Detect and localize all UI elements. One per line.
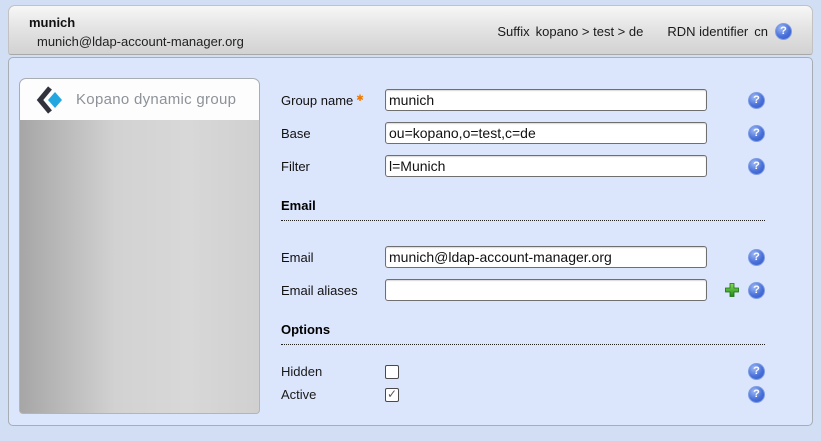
active-checkbox[interactable]: [385, 388, 399, 402]
form-row-group-name: Group name✱ ?: [281, 89, 765, 111]
hidden-checkbox[interactable]: [385, 365, 399, 379]
help-icon[interactable]: ?: [748, 249, 765, 266]
base-input[interactable]: [385, 122, 707, 144]
form-row-active: Active ?: [281, 387, 765, 402]
help-icon[interactable]: ?: [775, 23, 792, 40]
account-title: munich: [29, 15, 75, 30]
suffix-label: Suffix: [497, 24, 529, 39]
help-icon[interactable]: ?: [748, 386, 765, 403]
group-form: Group name✱ ? Base ? Filter ? Email Emai…: [281, 89, 765, 410]
active-label: Active: [281, 387, 385, 402]
lam-account-edit-page: { "page": { "title": "munich", "subtitle…: [0, 0, 821, 441]
help-icon[interactable]: ?: [748, 92, 765, 109]
help-icon[interactable]: ?: [748, 363, 765, 380]
tab-label: Kopano dynamic group: [76, 91, 236, 108]
header-meta: Suffix kopano > test > de RDN identifier…: [497, 6, 792, 56]
email-aliases-input[interactable]: [385, 279, 707, 301]
plus-icon: [724, 282, 740, 298]
account-header-bar: munich munich@ldap-account-manager.org S…: [8, 5, 813, 55]
account-subtitle: munich@ldap-account-manager.org: [37, 34, 244, 49]
add-alias-button[interactable]: [724, 282, 740, 298]
account-edit-panel: Kopano dynamic group Group name✱ ? Base …: [8, 57, 813, 426]
group-name-input[interactable]: [385, 89, 707, 111]
hidden-label: Hidden: [281, 364, 385, 379]
email-label: Email: [281, 250, 385, 265]
help-icon[interactable]: ?: [748, 158, 765, 175]
tab-kopano-dynamic-group[interactable]: Kopano dynamic group: [19, 78, 260, 120]
required-marker: ✱: [356, 93, 364, 103]
rdn-value: cn: [754, 24, 768, 39]
help-icon[interactable]: ?: [748, 125, 765, 142]
group-name-label: Group name✱: [281, 93, 385, 108]
help-icon[interactable]: ?: [748, 282, 765, 299]
group-name-label-text: Group name: [281, 93, 353, 108]
form-row-filter: Filter ?: [281, 155, 765, 177]
module-tab-panel: [19, 120, 260, 414]
form-row-base: Base ?: [281, 122, 765, 144]
base-label: Base: [281, 126, 385, 141]
email-section-header: Email: [281, 198, 765, 221]
rdn-label: RDN identifier: [667, 24, 748, 39]
filter-label: Filter: [281, 159, 385, 174]
form-row-email-aliases: Email aliases ?: [281, 279, 765, 301]
form-row-hidden: Hidden ?: [281, 364, 765, 379]
options-section-header: Options: [281, 322, 765, 345]
suffix-value: kopano > test > de: [536, 24, 644, 39]
email-input[interactable]: [385, 246, 707, 268]
filter-input[interactable]: [385, 155, 707, 177]
email-aliases-label: Email aliases: [281, 283, 385, 298]
form-row-email: Email ?: [281, 246, 765, 268]
kopano-logo-icon: [36, 85, 64, 115]
